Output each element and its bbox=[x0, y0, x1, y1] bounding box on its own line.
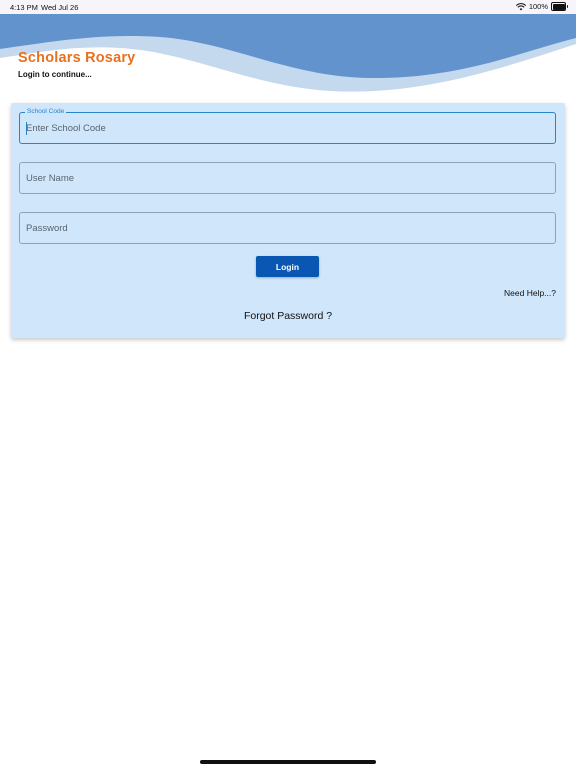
login-subtitle: Login to continue... bbox=[18, 70, 92, 79]
username-field[interactable] bbox=[19, 162, 556, 194]
battery-percent: 100% bbox=[528, 2, 548, 11]
login-button[interactable]: Login bbox=[256, 256, 319, 277]
password-field[interactable] bbox=[19, 212, 556, 244]
school-code-field[interactable]: School Code bbox=[19, 108, 556, 144]
login-card: School Code Login Need Help...? Forgot P… bbox=[11, 103, 565, 338]
forgot-password-link[interactable]: Forgot Password ? bbox=[11, 310, 565, 322]
status-right: 100% bbox=[515, 2, 568, 11]
need-help-link[interactable]: Need Help...? bbox=[504, 288, 556, 298]
status-bar: 4:13 PM Wed Jul 26 100% bbox=[0, 0, 576, 14]
status-time: 4:13 PM bbox=[10, 3, 38, 12]
password-input[interactable] bbox=[26, 213, 546, 243]
school-code-input[interactable] bbox=[26, 113, 546, 143]
home-indicator bbox=[200, 760, 376, 764]
app-title: Scholars Rosary bbox=[18, 50, 136, 66]
username-input[interactable] bbox=[26, 163, 546, 193]
wifi-icon bbox=[515, 2, 526, 10]
status-date: Wed Jul 26 bbox=[41, 3, 79, 12]
battery-icon bbox=[551, 2, 568, 11]
